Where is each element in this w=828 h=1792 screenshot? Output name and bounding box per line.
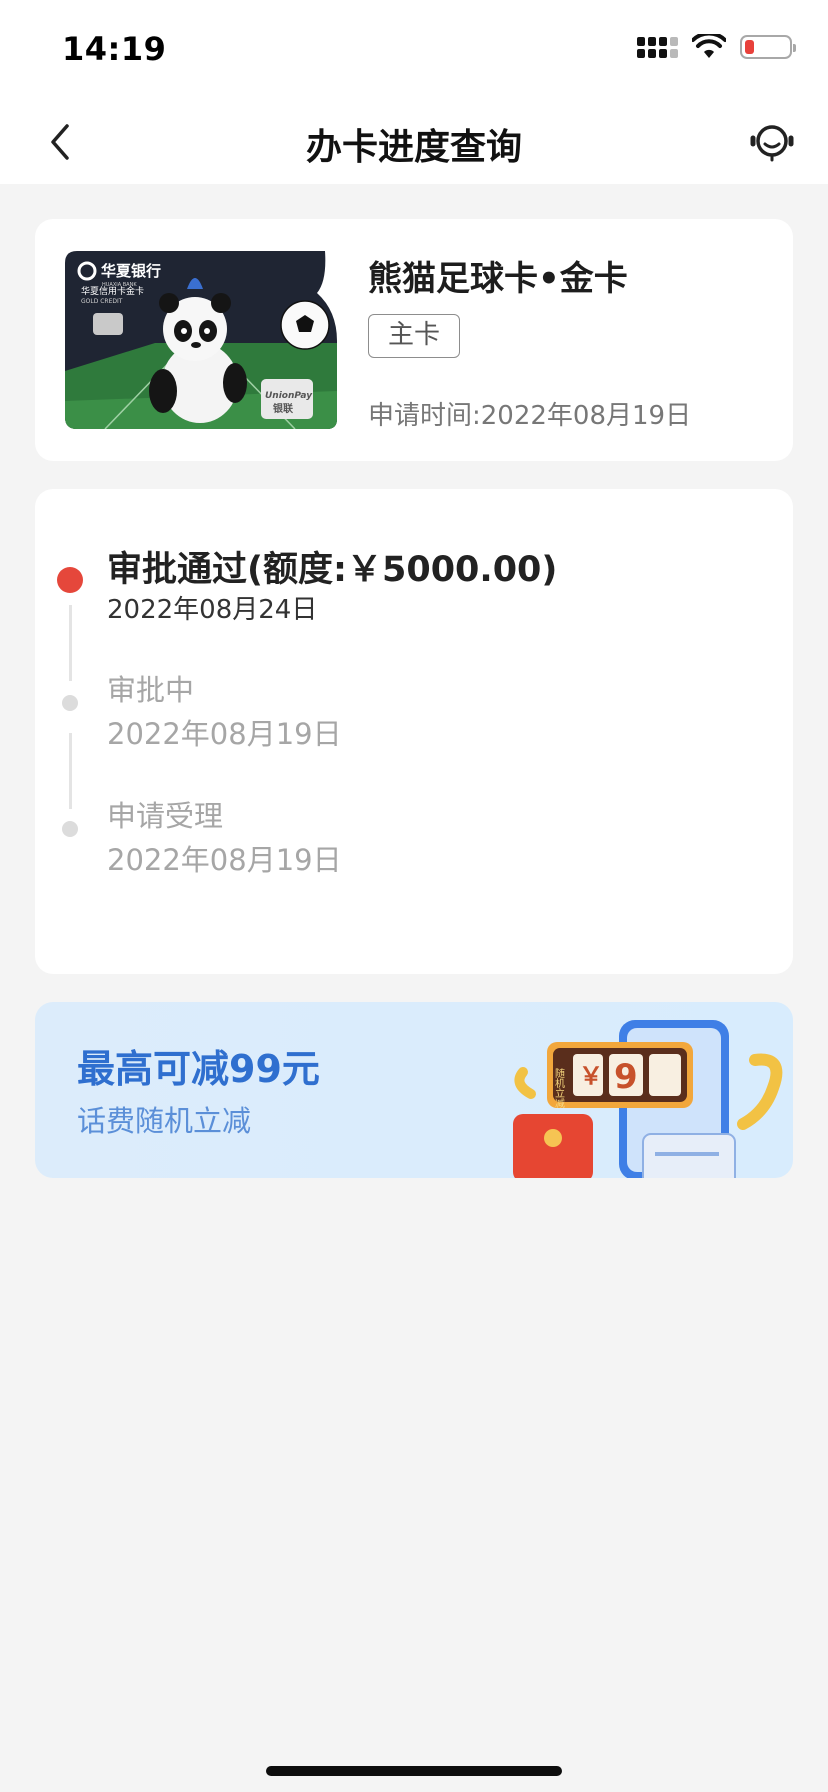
promo-banner[interactable]: 最高可减99元 话费随机立减 随机立减 ￥ 9 bbox=[35, 1002, 793, 1178]
apply-date: 申请时间:2022年08月19日 bbox=[368, 401, 692, 431]
progress-timeline-panel: 审批通过(额度:￥5000.00) 2022年08月24日 审批中 2022年0… bbox=[35, 489, 793, 974]
unionpay-logo: UnionPay bbox=[265, 391, 313, 401]
card-info-panel[interactable]: 华夏银行 HUAXIA BANK 华夏信用卡金卡 GOLD CREDIT Uni… bbox=[35, 219, 793, 461]
slot-label: 随机立减 bbox=[553, 1067, 565, 1109]
card-type-badge: 主卡 bbox=[368, 314, 460, 358]
step-date: 2022年08月19日 bbox=[107, 717, 342, 751]
card-name: 熊猫足球卡•金卡 bbox=[368, 259, 628, 299]
credit-card-image: 华夏银行 HUAXIA BANK 华夏信用卡金卡 GOLD CREDIT Uni… bbox=[65, 251, 337, 429]
wifi-icon bbox=[692, 34, 726, 58]
slot-machine-illustration: 随机立减 ￥ 9 bbox=[513, 1020, 783, 1178]
home-indicator bbox=[266, 1766, 562, 1776]
step-active-dot bbox=[57, 567, 83, 593]
step-title: 申请受理 bbox=[107, 799, 224, 833]
step-dot bbox=[62, 821, 78, 837]
page-title: 办卡进度查询 bbox=[305, 127, 522, 168]
status-time: 14:19 bbox=[62, 30, 167, 68]
status-bar: 14:19 bbox=[0, 0, 828, 100]
timeline-line bbox=[69, 733, 72, 809]
step-date: 2022年08月24日 bbox=[107, 595, 318, 625]
customer-service-icon bbox=[750, 125, 794, 162]
step-dot bbox=[62, 695, 78, 711]
slot-reel: 9 bbox=[614, 1057, 638, 1097]
banner-subtitle: 话费随机立减 bbox=[77, 1104, 252, 1138]
timeline-line bbox=[69, 605, 72, 681]
bank-name: 华夏银行 bbox=[101, 262, 161, 280]
step-date: 2022年08月19日 bbox=[107, 843, 342, 877]
unionpay-logo-cn: 银联 bbox=[273, 402, 293, 415]
banner-title: 最高可减99元 bbox=[77, 1047, 320, 1091]
battery-icon bbox=[740, 35, 796, 59]
status-icons bbox=[637, 34, 796, 60]
nav-bar: 办卡进度查询 bbox=[0, 100, 828, 184]
card-grade: GOLD CREDIT bbox=[81, 298, 123, 305]
step-title: 审批中 bbox=[107, 673, 195, 707]
slot-reel: ￥ bbox=[579, 1062, 603, 1090]
customer-service-button[interactable] bbox=[746, 116, 798, 168]
battery-level bbox=[745, 40, 754, 54]
step-title: 审批通过(额度:￥5000.00) bbox=[107, 550, 558, 590]
card-series: 华夏信用卡金卡 bbox=[81, 285, 144, 297]
cellular-signal-icon bbox=[637, 36, 678, 58]
